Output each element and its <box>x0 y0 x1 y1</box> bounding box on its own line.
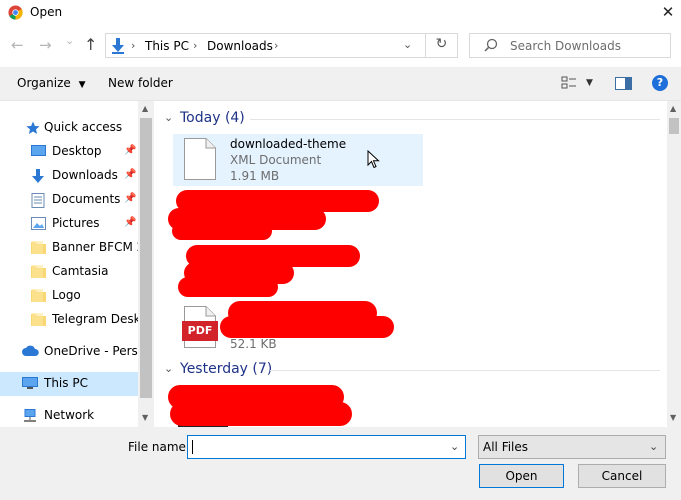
preview-pane-icon[interactable] <box>615 77 632 93</box>
sidebar-item-label: Camtasia <box>52 264 109 278</box>
sidebar-item-desktop[interactable]: Desktop 📌 <box>0 140 138 164</box>
chevron-down-icon[interactable]: ⌄ <box>450 440 459 453</box>
file-name-label: File name: <box>128 440 190 454</box>
sidebar-item-onedrive[interactable]: OneDrive - Persor <box>0 340 138 364</box>
chevron-down-icon: ▼ <box>78 80 86 90</box>
pin-icon: 📌 <box>124 145 137 156</box>
scroll-up-icon[interactable]: ▲ <box>670 104 676 113</box>
file-list-scrollbar[interactable] <box>667 101 681 427</box>
recent-locations-button[interactable]: ⌄ <box>65 34 74 47</box>
desktop-icon <box>31 145 46 159</box>
scroll-down-icon[interactable]: ▼ <box>670 413 676 422</box>
download-location-icon <box>111 38 125 57</box>
pictures-icon <box>31 217 46 231</box>
text-caret <box>192 440 193 454</box>
scroll-down-icon[interactable]: ▼ <box>142 413 148 422</box>
file-size: 1.91 MB <box>230 169 280 183</box>
folder-icon <box>31 241 46 255</box>
scroll-up-icon[interactable]: ▲ <box>142 104 148 113</box>
mouse-cursor-icon <box>367 149 380 172</box>
view-dropdown-icon[interactable]: ▼ <box>586 78 593 88</box>
help-icon[interactable]: ? <box>652 75 668 91</box>
folder-icon <box>31 265 46 279</box>
sidebar-item-label: Telegram Deskto <box>52 312 146 326</box>
cancel-button[interactable]: Cancel <box>578 464 666 488</box>
search-icon <box>484 38 498 55</box>
forward-button[interactable]: → <box>39 36 52 54</box>
folder-icon <box>31 289 46 303</box>
cloud-icon <box>22 345 39 359</box>
navigation-pane: Quick access Desktop 📌 Downloads 📌 Docum… <box>0 101 154 427</box>
pc-icon <box>22 377 38 391</box>
address-history-dropdown[interactable]: ⌄ <box>403 38 412 51</box>
breadcrumb-expand-icon[interactable]: › <box>274 39 278 52</box>
command-bar <box>0 67 681 101</box>
sidebar-item-documents[interactable]: Documents 📌 <box>0 188 138 212</box>
sidebar-item-banner-bfcm[interactable]: Banner BFCM 20 <box>0 236 146 260</box>
file-list-scroll-thumb[interactable] <box>669 118 679 134</box>
organize-label: Organize <box>17 76 71 90</box>
chrome-icon <box>8 5 23 20</box>
file-name-input[interactable]: ⌄ <box>187 435 466 459</box>
new-folder-button[interactable]: New folder <box>108 76 173 90</box>
sidebar-item-downloads[interactable]: Downloads 📌 <box>0 164 138 188</box>
file-size: 52.1 KB <box>230 337 277 351</box>
sidebar-item-pictures[interactable]: Pictures 📌 <box>0 212 138 236</box>
group-header-today[interactable]: Today (4) <box>180 110 245 126</box>
sidebar-item-label: This PC <box>44 376 88 390</box>
breadcrumb-separator-icon: › <box>193 39 198 52</box>
redaction-mark <box>178 277 278 297</box>
sidebar-item-label: Quick access <box>44 120 123 134</box>
address-bar[interactable]: › This PC › Downloads › ⌄ <box>105 33 458 58</box>
file-name: downloaded-theme <box>230 137 347 151</box>
sidebar-item-label: Network <box>44 408 95 422</box>
sidebar-item-network[interactable]: Network <box>0 404 138 428</box>
sidebar-item-this-pc[interactable]: This PC <box>0 372 138 396</box>
close-button[interactable]: ✕ <box>655 0 681 24</box>
redaction-mark <box>172 222 272 240</box>
pin-icon: 📌 <box>124 193 137 204</box>
sidebar-scroll-thumb[interactable] <box>140 118 152 398</box>
search-input[interactable]: Search Downloads <box>510 39 621 53</box>
title-bar <box>0 0 681 26</box>
sidebar-item-label: Banner BFCM 20 <box>52 240 146 254</box>
group-header-yesterday[interactable]: Yesterday (7) <box>180 361 272 377</box>
redaction-mark <box>220 316 394 338</box>
sidebar-item-logo[interactable]: Logo <box>0 284 138 308</box>
file-type-value: All Files <box>483 440 529 454</box>
organize-menu[interactable]: Organize ▼ <box>17 76 86 90</box>
sidebar-item-label: OneDrive - Persor <box>44 344 138 358</box>
pin-icon: 📌 <box>124 217 137 228</box>
file-type: XML Document <box>230 153 322 167</box>
search-box[interactable]: Search Downloads <box>469 33 671 58</box>
pin-icon: 📌 <box>124 169 137 180</box>
network-icon <box>22 409 37 423</box>
pdf-badge: PDF <box>182 321 218 341</box>
group-divider <box>250 119 660 120</box>
refresh-button[interactable]: ↻ <box>425 33 457 58</box>
download-icon <box>31 169 46 183</box>
view-options-icon[interactable] <box>561 76 577 93</box>
documents-icon <box>31 193 46 208</box>
redaction-mark <box>170 402 352 426</box>
breadcrumb-separator-icon: › <box>131 39 136 52</box>
collapse-group-icon[interactable]: ⌄ <box>164 111 173 124</box>
sidebar-item-camtasia[interactable]: Camtasia <box>0 260 138 284</box>
sidebar-item-telegram-desktop[interactable]: Telegram Deskto <box>0 308 146 332</box>
document-file-icon <box>184 138 216 183</box>
breadcrumb-this-pc[interactable]: This PC <box>145 39 189 53</box>
back-button[interactable]: ← <box>11 36 24 54</box>
chevron-down-icon: ⌄ <box>649 440 659 453</box>
sidebar-item-label: Logo <box>52 288 81 302</box>
up-button[interactable]: ↑ <box>84 35 97 54</box>
open-button[interactable]: Open <box>479 464 564 488</box>
breadcrumb-downloads[interactable]: Downloads <box>207 39 273 53</box>
file-type-select[interactable]: All Files ⌄ <box>478 435 666 459</box>
sidebar-item-quick-access[interactable]: Quick access <box>0 116 138 140</box>
group-divider <box>270 370 660 371</box>
window-title: Open <box>30 5 63 19</box>
folder-icon <box>31 313 46 327</box>
star-icon <box>26 121 41 135</box>
collapse-group-icon[interactable]: ⌄ <box>164 362 173 375</box>
